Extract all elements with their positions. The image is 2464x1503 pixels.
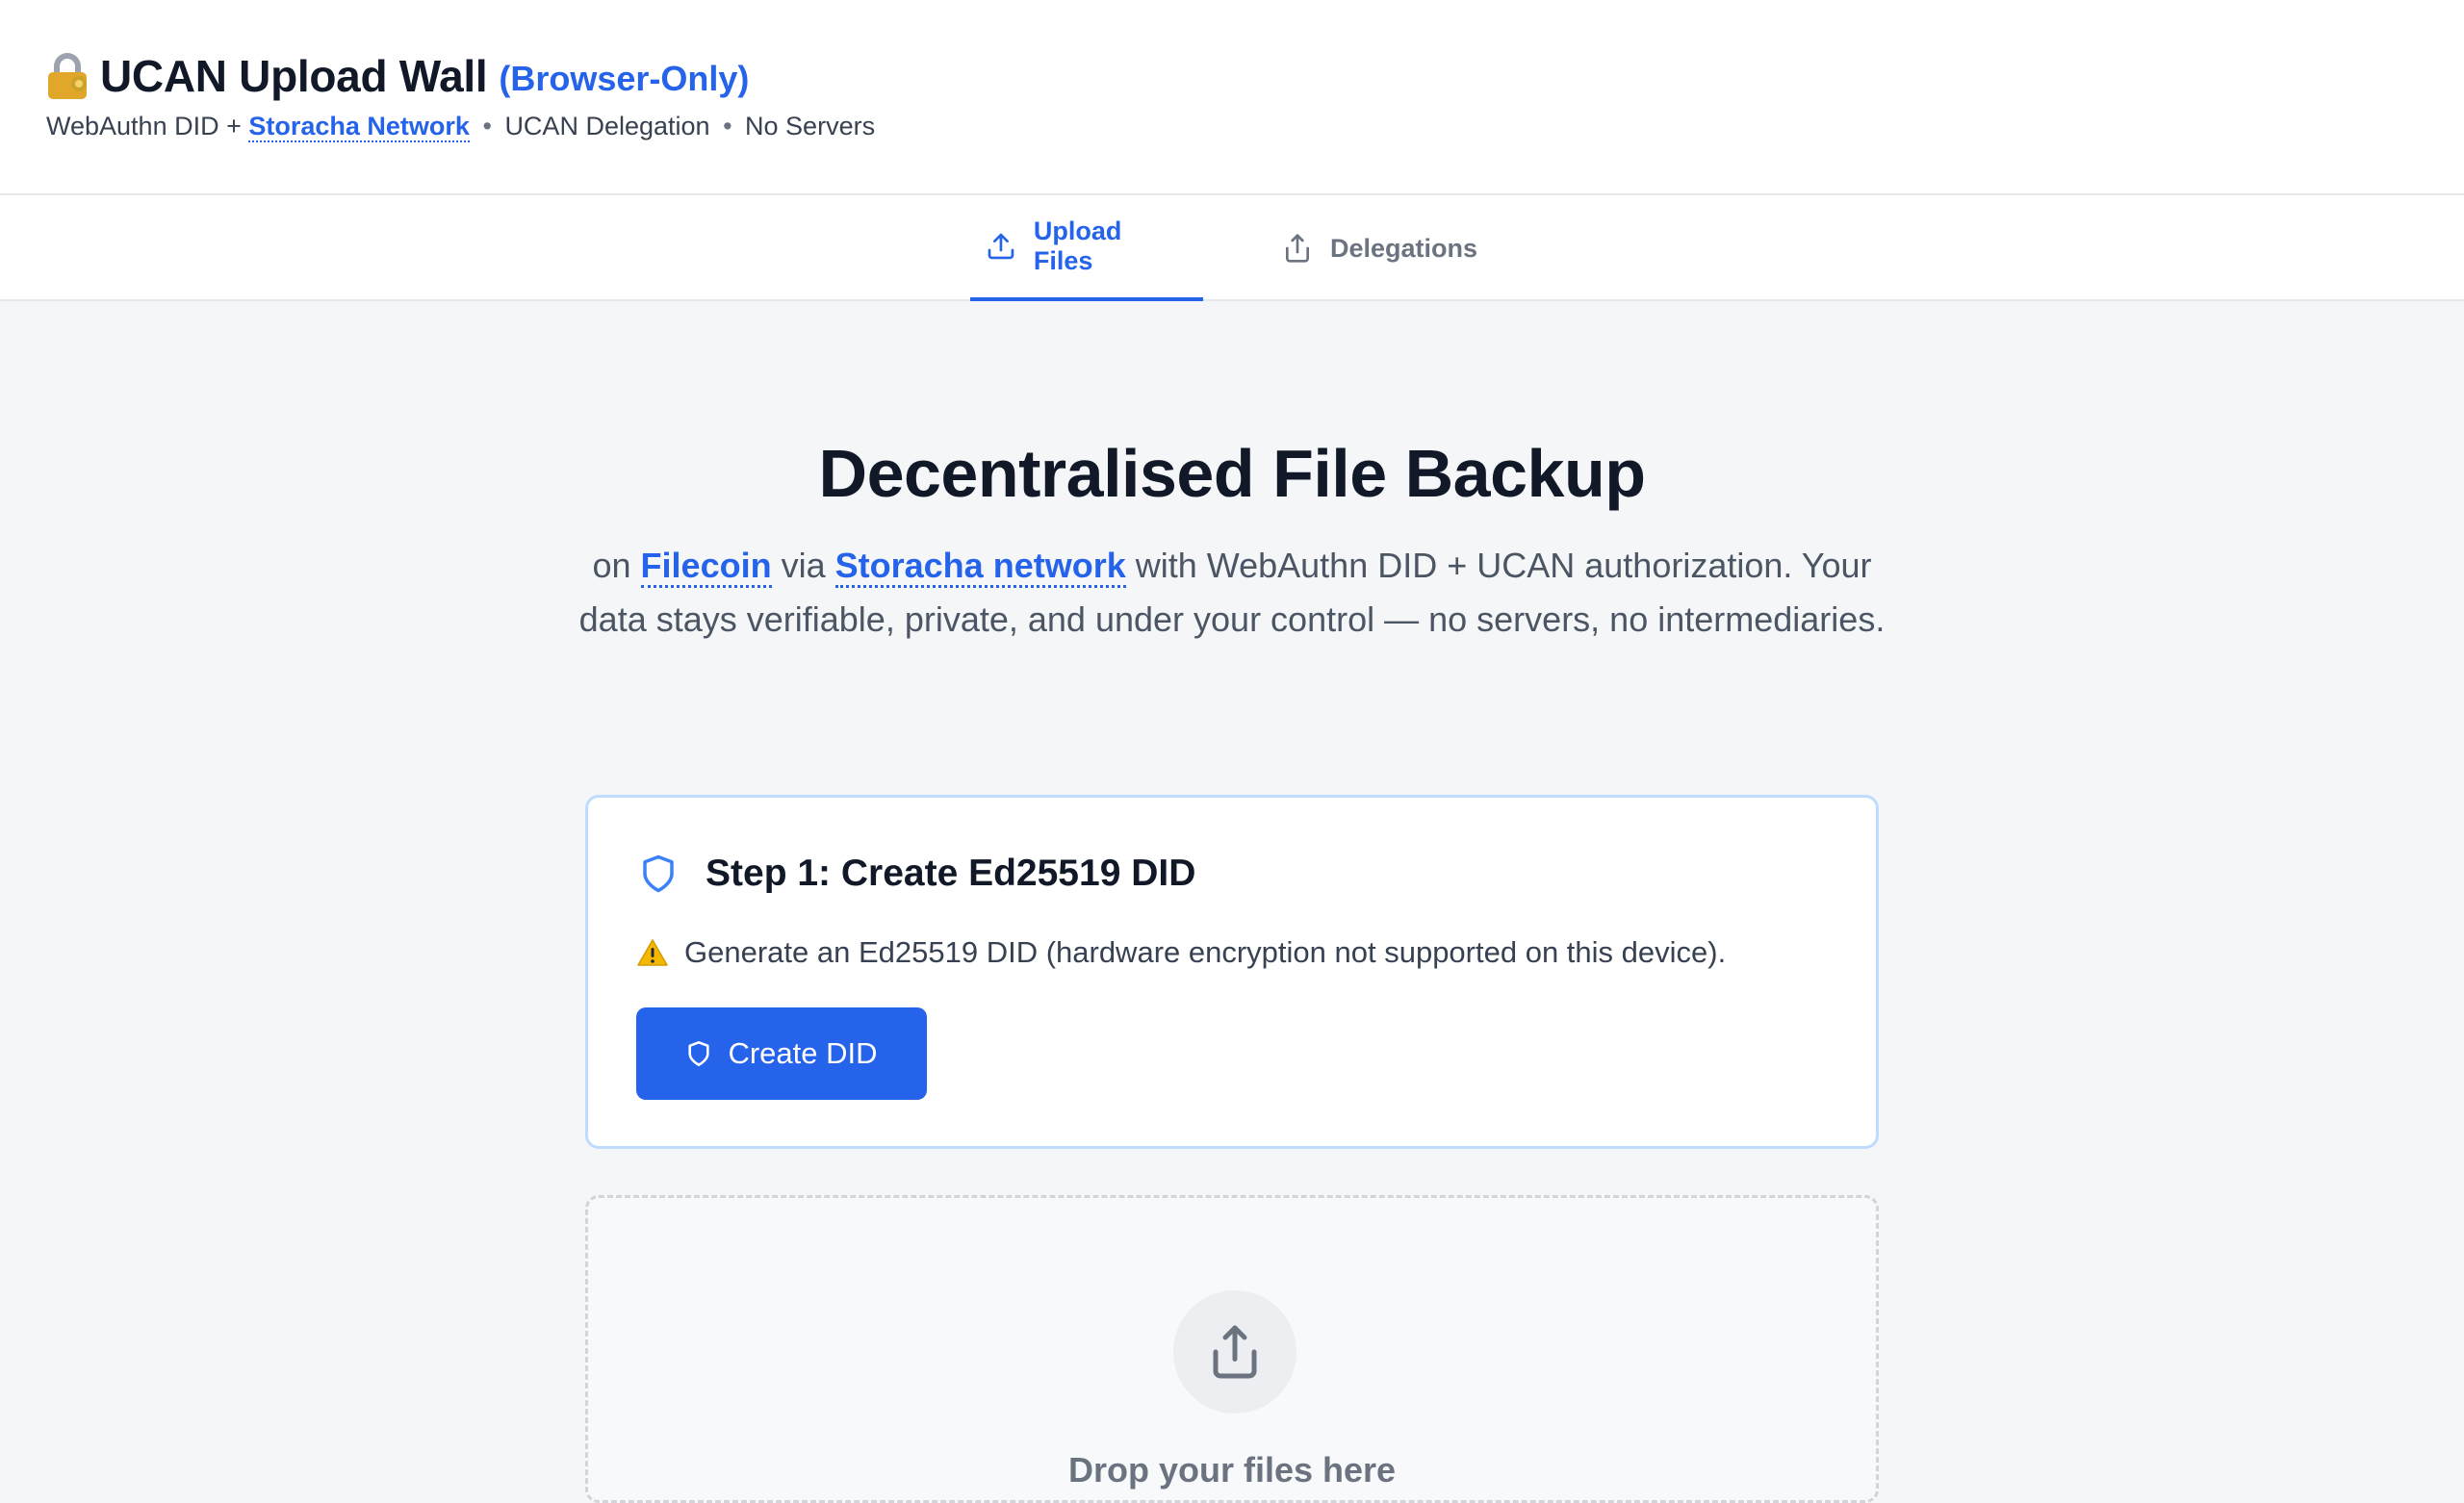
tab-label: Upload Files <box>1033 217 1122 275</box>
create-did-button-label: Create DID <box>728 1036 878 1070</box>
app-subtitle: WebAuthn DID + Storacha Network • UCAN D… <box>46 112 876 142</box>
browser-only-badge: (Browser-Only) <box>499 59 750 98</box>
filecoin-link[interactable]: Filecoin <box>640 546 772 588</box>
tab-label: Delegations <box>1330 233 1478 263</box>
file-dropzone[interactable]: Drop your files here <box>585 1195 1879 1503</box>
app-title: UCAN Upload Wall <box>100 51 488 101</box>
subtitle-separator: • <box>482 112 492 140</box>
tab-bar: Upload Files Delegations <box>0 195 2464 301</box>
subtitle-ucan-delegation: UCAN Delegation <box>504 112 710 140</box>
shield-icon <box>688 1041 710 1066</box>
dropzone-text: Drop your files here <box>1067 1450 1397 1490</box>
storacha-network-link[interactable]: Storacha Network <box>248 112 470 142</box>
hero-description: on Filecoin via Storacha network with We… <box>578 539 1886 647</box>
tab-upload-files[interactable]: Upload Files <box>970 195 1203 301</box>
page-title: Decentralised File Backup <box>818 436 1646 511</box>
tab-delegations[interactable]: Delegations <box>1267 195 1493 301</box>
brand: UCAN Upload Wall (Browser-Only) <box>46 50 749 102</box>
subtitle-no-servers: No Servers <box>745 112 876 140</box>
hero-text-rest: with WebAuthn DID + UCAN authorization. … <box>578 546 1886 639</box>
step-create-did-card: Step 1: Create Ed25519 DID Generate an E… <box>585 795 1879 1149</box>
step-title: Step 1: Create Ed25519 DID <box>706 853 1196 894</box>
step-warning-note: Generate an Ed25519 DID (hardware encryp… <box>636 935 1726 970</box>
dropzone-icon-circle <box>1173 1290 1296 1414</box>
app-header: UCAN Upload Wall (Browser-Only) WebAuthn… <box>0 0 2464 195</box>
lock-with-key-icon <box>46 51 92 101</box>
upload-icon <box>1213 1325 1257 1379</box>
create-did-button[interactable]: Create DID <box>636 1007 927 1100</box>
storacha-link[interactable]: Storacha network <box>834 546 1126 588</box>
upload-icon <box>988 233 1014 260</box>
share-icon <box>1286 234 1309 263</box>
step-note-text: Generate an Ed25519 DID (hardware encryp… <box>684 935 1727 969</box>
step-header: Step 1: Create Ed25519 DID <box>638 852 1195 896</box>
subtitle-prefix: WebAuthn DID + <box>46 112 242 140</box>
hero-text-on: on <box>592 546 631 585</box>
warning-icon <box>637 939 668 966</box>
subtitle-separator: • <box>723 112 732 140</box>
hero-text-via: via <box>781 546 826 585</box>
shield-icon <box>643 854 674 893</box>
